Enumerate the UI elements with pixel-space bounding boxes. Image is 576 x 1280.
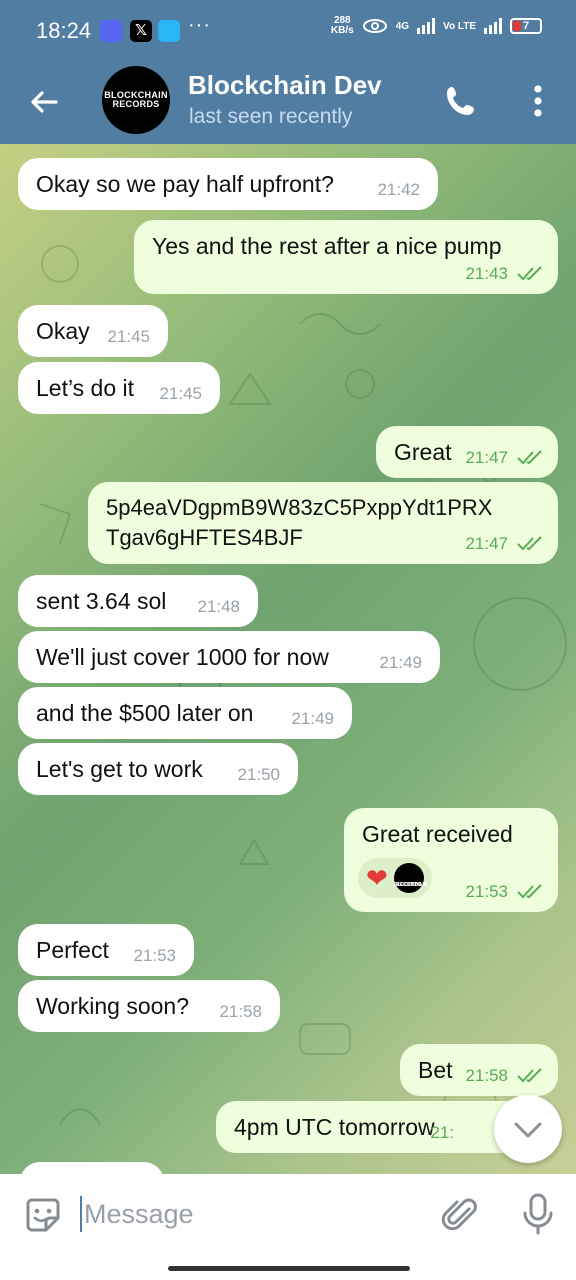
message-time: 21:: [430, 1123, 454, 1142]
phone-icon[interactable]: [440, 80, 482, 122]
chat-header: BLOCKCHAIN RECORDS Blockchain Dev last s…: [0, 62, 576, 144]
message-bubble-outgoing[interactable]: 5p4eaVDgpmB9W83zC5PxppYdt1PRX Tgav6gHFTE…: [88, 482, 558, 564]
back-arrow-icon[interactable]: [22, 80, 66, 124]
message-text: Okay: [36, 318, 90, 344]
text-cursor: [80, 1196, 82, 1232]
chat-area[interactable]: Okay so we pay half upfront? 21:42 Yes a…: [0, 144, 576, 1174]
sticker-emoji-icon[interactable]: [22, 1194, 64, 1236]
chevron-down-icon: [514, 1122, 542, 1138]
message-bubble-incoming[interactable]: Let’s do it 21:45: [18, 362, 220, 414]
status-right: 288 KB/s 4G Vo LTE 7: [331, 16, 542, 36]
chat-subtitle: last seen recently: [189, 105, 353, 128]
signal-icon-2: [484, 18, 502, 34]
message-input[interactable]: [84, 1194, 424, 1234]
message-time: 21:58: [465, 1066, 508, 1085]
message-text: Great: [394, 439, 452, 465]
scroll-down-button[interactable]: [494, 1095, 562, 1163]
read-checks-icon: [517, 884, 542, 899]
reaction-avatar: BLOCKCHAIN RECORDS: [393, 863, 427, 893]
message-bubble-outgoing[interactable]: Yes and the rest after a nice pump 21:43: [134, 220, 558, 294]
reaction-chip[interactable]: ❤ BLOCKCHAIN RECORDS: [358, 858, 432, 898]
message-bubble-incoming[interactable]: and the $500 later on 21:49: [18, 687, 352, 739]
message-bubble-incoming[interactable]: Okay so we pay half upfront? 21:42: [18, 158, 438, 210]
message-bubble-incoming-partial: [20, 1162, 164, 1174]
message-time: 21:49: [291, 709, 334, 728]
avatar-logo: BLOCKCHAIN RECORDS: [104, 90, 168, 109]
message-text: 4pm UTC tomorrow: [234, 1114, 435, 1140]
message-time: 21:45: [159, 384, 202, 403]
message-text: Great received: [362, 821, 513, 847]
message-time: 21:48: [197, 597, 240, 616]
volte-badge: Vo LTE: [443, 20, 476, 32]
message-time: 21:42: [377, 180, 420, 199]
home-gesture-handle[interactable]: [168, 1266, 410, 1271]
avatar[interactable]: BLOCKCHAIN RECORDS: [102, 66, 170, 134]
x-icon: 𝕏: [130, 20, 152, 42]
message-bubble-incoming[interactable]: Working soon? 21:58: [18, 980, 280, 1032]
hotspot-icon: [362, 19, 387, 33]
message-bubble-incoming[interactable]: Okay 21:45: [18, 305, 168, 357]
microphone-icon[interactable]: [518, 1192, 558, 1236]
message-text: 5p4eaVDgpmB9W83zC5PxppYdt1PRX: [106, 495, 493, 520]
more-vert-icon[interactable]: [520, 80, 556, 122]
battery-icon: 7: [510, 18, 542, 34]
message-bubble-outgoing[interactable]: Great received ❤ BLOCKCHAIN RECORDS 21:53: [344, 808, 558, 912]
network-type: 4G: [395, 20, 410, 32]
message-time: 21:50: [237, 765, 280, 784]
signal-icon: [417, 18, 436, 34]
chat-title[interactable]: Blockchain Dev: [188, 70, 382, 101]
heart-reaction-icon: ❤: [366, 863, 388, 893]
message-text: sent 3.64 sol: [36, 588, 167, 614]
message-time: 21:53: [133, 946, 176, 965]
read-checks-icon: [517, 536, 542, 551]
message-text: We'll just cover 1000 for now: [36, 644, 329, 670]
discord-icon: [100, 20, 122, 42]
read-checks-icon: [517, 266, 542, 281]
system-nav-bar: [0, 1256, 576, 1280]
message-text: Let's get to work: [36, 756, 203, 782]
message-time: 21:45: [107, 327, 150, 346]
message-bubble-outgoing[interactable]: Great 21:47: [376, 426, 558, 478]
message-bubble-incoming[interactable]: Perfect 21:53: [18, 924, 194, 976]
more-dots-icon: ···: [188, 14, 211, 36]
s-app-icon: [158, 20, 180, 42]
paperclip-icon[interactable]: [440, 1194, 482, 1236]
message-bubble-incoming[interactable]: We'll just cover 1000 for now 21:49: [18, 631, 440, 683]
message-text: Perfect: [36, 937, 109, 963]
message-time: 21:47: [465, 448, 508, 467]
message-time: 21:47: [465, 534, 508, 553]
net-speed: 288 KB/s: [330, 15, 354, 36]
message-composer: [0, 1174, 576, 1256]
message-text: Okay so we pay half upfront?: [36, 171, 334, 197]
message-text: Yes and the rest after a nice pump: [152, 233, 502, 259]
message-time: 21:58: [219, 1002, 262, 1021]
message-text: and the $500 later on: [36, 700, 254, 726]
read-checks-icon: [517, 450, 542, 465]
message-time: 21:43: [465, 264, 508, 283]
message-bubble-incoming[interactable]: sent 3.64 sol 21:48: [18, 575, 258, 627]
status-bar: 18:24 𝕏 ··· 288 KB/s 4G Vo LTE 7: [0, 0, 576, 62]
read-checks-icon: [517, 1068, 542, 1083]
message-bubble-outgoing[interactable]: Bet 21:58: [400, 1044, 558, 1096]
message-text: Working soon?: [36, 993, 189, 1019]
message-text: Bet: [418, 1057, 453, 1083]
message-bubble-incoming[interactable]: Let's get to work 21:50: [18, 743, 298, 795]
status-time: 18:24: [36, 18, 92, 43]
message-time: 21:53: [465, 882, 508, 901]
message-time: 21:49: [379, 653, 422, 672]
message-text: Let’s do it: [36, 375, 135, 401]
